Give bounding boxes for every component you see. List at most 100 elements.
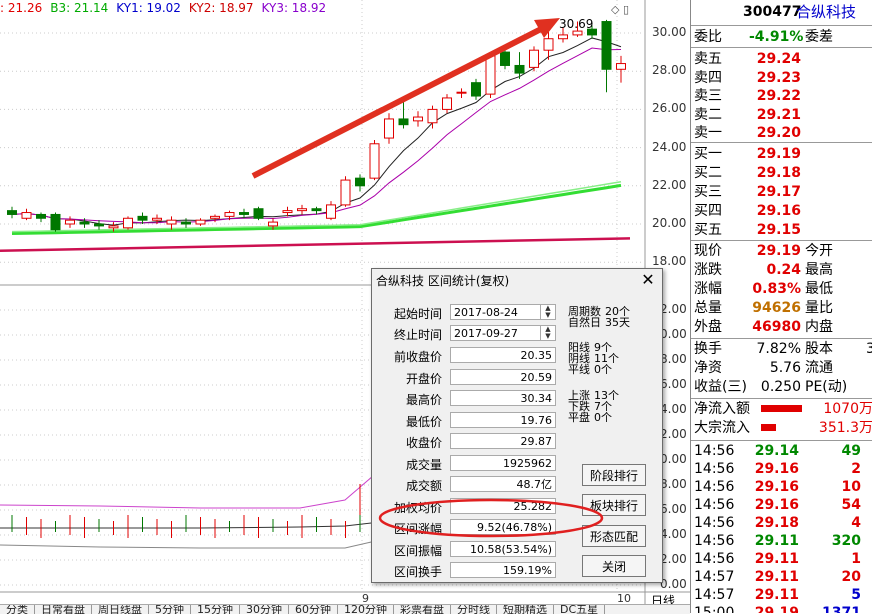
quote-panel: 300477 合纵科技 委比 -4.91% 委差 卖五 29.24 卖四 29.23 卖… [690, 0, 872, 613]
ask-price: 29.21 [756, 106, 801, 123]
close-icon[interactable]: ✕ [638, 270, 658, 290]
dialog-field-value: 1925962 [450, 454, 556, 471]
tick-time: 14:56 [694, 461, 735, 477]
stat-value: 46980 [752, 319, 801, 335]
bid-label: 买四 [694, 203, 722, 219]
tick-volume: 320 [831, 533, 861, 549]
tick-row: 14:56 29.16 54 [691, 496, 872, 514]
start-time-label: 起始时间 [393, 307, 442, 321]
stat2-label: 收益(三) [694, 379, 747, 395]
tick-volume: 20 [841, 569, 861, 585]
tick-price: 29.16 [754, 461, 799, 477]
stat-value: 94626 [752, 300, 801, 316]
tick-volume: 5 [851, 587, 861, 603]
tick-volume: 2 [851, 461, 861, 477]
bid-row: 买二 29.18 [691, 164, 872, 182]
dialog-stat-value: 0个 [594, 411, 612, 424]
stat-label: 总量 [694, 300, 722, 316]
trend-arrow-shaft [251, 24, 547, 179]
ask-label: 卖二 [694, 106, 722, 123]
candle [500, 50, 510, 70]
bid-row: 买五 29.15 [691, 221, 872, 239]
legend-item: KY1: 19.02 [116, 1, 181, 15]
dialog-close-button[interactable]: 关闭 [582, 555, 646, 577]
stat2-row: 净资 5.76 流通 [691, 359, 872, 377]
subchart-tick-label: 8.00 [660, 352, 687, 366]
candle [36, 212, 46, 223]
indicator-legend: : 21.26 B3: 21.14 KY1: 19.02 KY2: 18.97 KY3:… [0, 1, 334, 17]
flow-label: 大宗流入 [694, 420, 750, 436]
candle [369, 139, 380, 181]
candle [442, 94, 452, 114]
tick-time: 14:57 [694, 587, 735, 603]
dialog-stat: 自然日 35天 [568, 317, 630, 328]
tick-price: 29.18 [754, 515, 799, 531]
candle [485, 54, 496, 98]
stat-row: 涨跌 0.24 最高 [691, 261, 872, 279]
dialog-field-label: 成交量 [405, 457, 442, 472]
bid-label: 买一 [694, 146, 722, 162]
start-time-input[interactable]: 2017-08-24 ▲ ▼ [450, 304, 556, 320]
dialog-field-label: 最高价 [405, 393, 442, 407]
stat-row: 涨幅 0.83% 最低 [691, 280, 872, 298]
candle [413, 111, 423, 127]
ask-label: 卖三 [694, 88, 722, 104]
stat2-label-2: PE(动) [805, 379, 848, 395]
stat2-row: 换手 7.82%股本 3 [691, 340, 872, 358]
ask-price: 29.24 [756, 51, 801, 67]
dialog-field-label: 收盘价 [405, 436, 442, 450]
dialog-field-value: 30.34 [450, 390, 556, 406]
flow-value: 351.3万 [818, 420, 872, 436]
bid-label: 买三 [694, 184, 722, 200]
highlight-ellipse [378, 498, 604, 538]
stock-name: 合纵科技 [796, 3, 857, 21]
dialog-stat-label: 自然日 [568, 316, 601, 329]
stat-row: 外盘 46980 内盘 [691, 318, 872, 336]
tick-volume: 10 [841, 479, 861, 495]
candle [601, 19, 612, 93]
candle [427, 105, 438, 129]
dialog-stat-label: 平盘 [568, 411, 590, 424]
flow-bar [761, 424, 776, 431]
candle [616, 55, 626, 83]
stock-header: 300477 合纵科技 [691, 3, 872, 23]
start-time-value: 2017-08-24 [454, 306, 518, 319]
stat-label: 涨幅 [694, 281, 722, 297]
dialog-field-label: 成交额 [405, 479, 442, 493]
end-time-spinner-icon[interactable]: ▲ ▼ [540, 326, 555, 340]
bid-price: 29.17 [756, 184, 801, 200]
candle [456, 88, 467, 98]
ask-price: 29.20 [756, 125, 801, 141]
tick-row: 14:56 29.18 4 [691, 514, 872, 532]
candle [326, 201, 336, 221]
stat-label-2: 内盘 [805, 319, 833, 335]
subchart-tick-label: 0.00 [660, 452, 687, 466]
bid-price: 29.15 [756, 222, 801, 238]
candle [471, 78, 481, 100]
end-time-input[interactable]: 2017-09-27 ▲ ▼ [450, 325, 556, 341]
stat2-label: 净资 [694, 360, 722, 376]
dialog-field-value: 20.59 [450, 368, 556, 385]
bid-row: 买三 29.17 [691, 183, 872, 201]
stat2-row: 收益(三) 0.250 PE(动) [691, 378, 872, 396]
tick-row: 14:57 29.11 5 [691, 586, 872, 604]
subchart-tick-label: 4.00 [660, 527, 687, 541]
bid-price: 29.16 [756, 203, 801, 219]
subchart-tick-label: 8.00 [660, 477, 687, 491]
end-time-label: 终止时间 [393, 328, 442, 342]
stage-rank-button[interactable]: 阶段排行 [582, 464, 646, 486]
tick-price: 29.11 [754, 587, 799, 603]
ask-label: 卖一 [694, 125, 722, 141]
dialog-stat-label: 平线 [568, 363, 590, 376]
stat2-label-2: 股本 [805, 341, 833, 357]
weibi-label: 委比 [694, 29, 722, 45]
tick-row: 14:57 29.11 20 [691, 568, 872, 586]
subchart-tick-label: 2.00 [660, 302, 687, 316]
ask-row: 卖一 29.20 [691, 124, 872, 142]
end-time-value: 2017-09-27 [454, 327, 518, 340]
start-time-spinner-icon[interactable]: ▲ ▼ [540, 305, 555, 319]
subchart-tick-label: 0.00 [660, 327, 687, 341]
tick-row: 14:56 29.16 10 [691, 478, 872, 496]
stat2-extra: 3 [866, 340, 872, 358]
stat-label-2: 量比 [805, 300, 833, 316]
